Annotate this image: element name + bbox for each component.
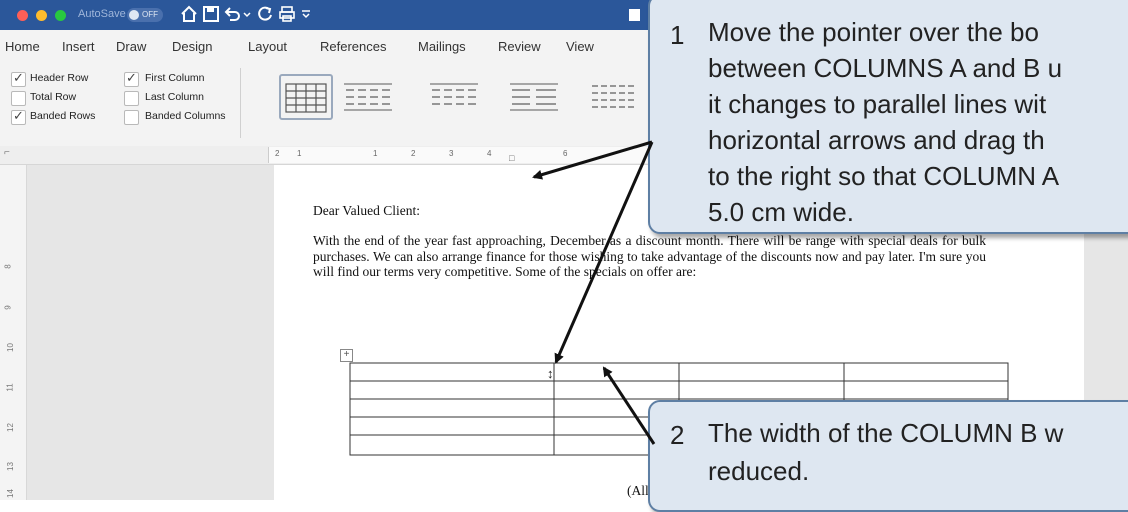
callout-line: horizontal arrows and drag th xyxy=(708,125,1045,155)
ruler-number: 2 xyxy=(275,149,280,158)
tab-mailings[interactable]: Mailings xyxy=(418,39,466,54)
customize-toolbar-icon[interactable] xyxy=(300,4,312,24)
undo-icon[interactable] xyxy=(224,4,242,24)
ruler-number: 3 xyxy=(449,149,454,158)
vruler-number: 9 xyxy=(3,305,13,310)
vruler-number: 12 xyxy=(5,423,15,432)
print-icon[interactable] xyxy=(278,4,296,24)
callout-line: Move the pointer over the bo xyxy=(708,17,1039,47)
banded-rows-checkbox[interactable] xyxy=(11,108,26,125)
autosave-toggle[interactable]: OFF xyxy=(127,8,163,22)
autosave-state: OFF xyxy=(142,10,158,19)
table-style-3[interactable] xyxy=(426,74,482,116)
banded-columns-checkbox[interactable] xyxy=(124,110,139,125)
header-row-label: Header Row xyxy=(30,72,89,84)
vruler-number: 11 xyxy=(5,383,15,392)
save-icon[interactable] xyxy=(202,4,220,24)
callout-line: to the right so that COLUMN A xyxy=(708,161,1060,191)
tab-references[interactable]: References xyxy=(320,39,386,54)
banded-rows-label: Banded Rows xyxy=(30,110,96,122)
table-style-plain-grid[interactable] xyxy=(279,74,333,120)
horizontal-ruler[interactable]: 2 1 1 2 3 4 6 □ xyxy=(268,147,650,163)
tab-draw[interactable]: Draw xyxy=(116,39,146,54)
column-marker-icon[interactable]: □ xyxy=(509,153,514,163)
callout-line: reduced. xyxy=(708,456,810,486)
tab-layout[interactable]: Layout xyxy=(248,39,287,54)
tab-selector-icon[interactable]: ⌐ xyxy=(4,147,10,158)
autosave-label: AutoSave xyxy=(78,8,126,20)
document-icon xyxy=(628,4,642,24)
tab-review[interactable]: Review xyxy=(498,39,541,54)
close-window-button[interactable] xyxy=(17,10,28,21)
callout-step-1: 1 Move the pointer over the bo between C… xyxy=(648,0,1128,234)
ruler-number: 6 xyxy=(563,149,568,158)
ruler-number: 1 xyxy=(373,149,378,158)
redo-icon[interactable] xyxy=(256,4,274,24)
callout-line: The width of the COLUMN B w xyxy=(708,418,1064,448)
ruler-number: 4 xyxy=(487,149,492,158)
callout-step-2: 2 The width of the COLUMN B w reduced. xyxy=(648,400,1128,512)
last-column-label: Last Column xyxy=(145,91,204,103)
first-column-checkbox[interactable] xyxy=(124,70,139,87)
undo-dropdown-icon[interactable] xyxy=(242,4,252,24)
tab-insert[interactable]: Insert xyxy=(62,39,95,54)
vruler-number: 14 xyxy=(5,489,15,498)
minimize-window-button[interactable] xyxy=(36,10,47,21)
table-move-handle-icon[interactable]: + xyxy=(340,349,353,362)
header-row-checkbox[interactable] xyxy=(11,70,26,87)
vertical-ruler[interactable]: 8 9 10 11 12 13 14 xyxy=(0,165,27,500)
first-column-label: First Column xyxy=(145,72,205,84)
zoom-window-button[interactable] xyxy=(55,10,66,21)
tab-home[interactable]: Home xyxy=(5,39,40,54)
home-icon[interactable] xyxy=(180,4,198,24)
ruler-number: 1 xyxy=(297,149,302,158)
vruler-number: 13 xyxy=(5,462,15,471)
tab-view[interactable]: View xyxy=(566,39,594,54)
callout-line: between COLUMNS A and B u xyxy=(708,53,1063,83)
callout-line: 5.0 cm wide. xyxy=(708,197,854,227)
callout-number: 1 xyxy=(670,20,685,50)
word-window: AutoSave OFF Home Insert Draw Design Lay… xyxy=(0,0,1128,512)
tab-design[interactable]: Design xyxy=(172,39,212,54)
body-paragraph: With the end of the year fast approachin… xyxy=(313,233,986,280)
total-row-checkbox[interactable] xyxy=(11,91,26,106)
callout-line: it changes to parallel lines wit xyxy=(708,89,1047,119)
table-style-5[interactable] xyxy=(586,74,642,116)
callout-number: 2 xyxy=(670,420,685,450)
vruler-number: 8 xyxy=(3,264,13,269)
table-style-4[interactable] xyxy=(506,74,562,116)
total-row-label: Total Row xyxy=(30,91,77,103)
toggle-knob xyxy=(129,10,139,20)
ruler-number: 2 xyxy=(411,149,416,158)
vruler-number: 10 xyxy=(5,343,15,352)
table-style-2[interactable] xyxy=(340,74,396,116)
banded-columns-label: Banded Columns xyxy=(145,110,226,122)
ribbon-divider xyxy=(240,68,241,138)
resize-column-pointer-icon: ↕︎ xyxy=(547,366,554,381)
last-column-checkbox[interactable] xyxy=(124,91,139,106)
